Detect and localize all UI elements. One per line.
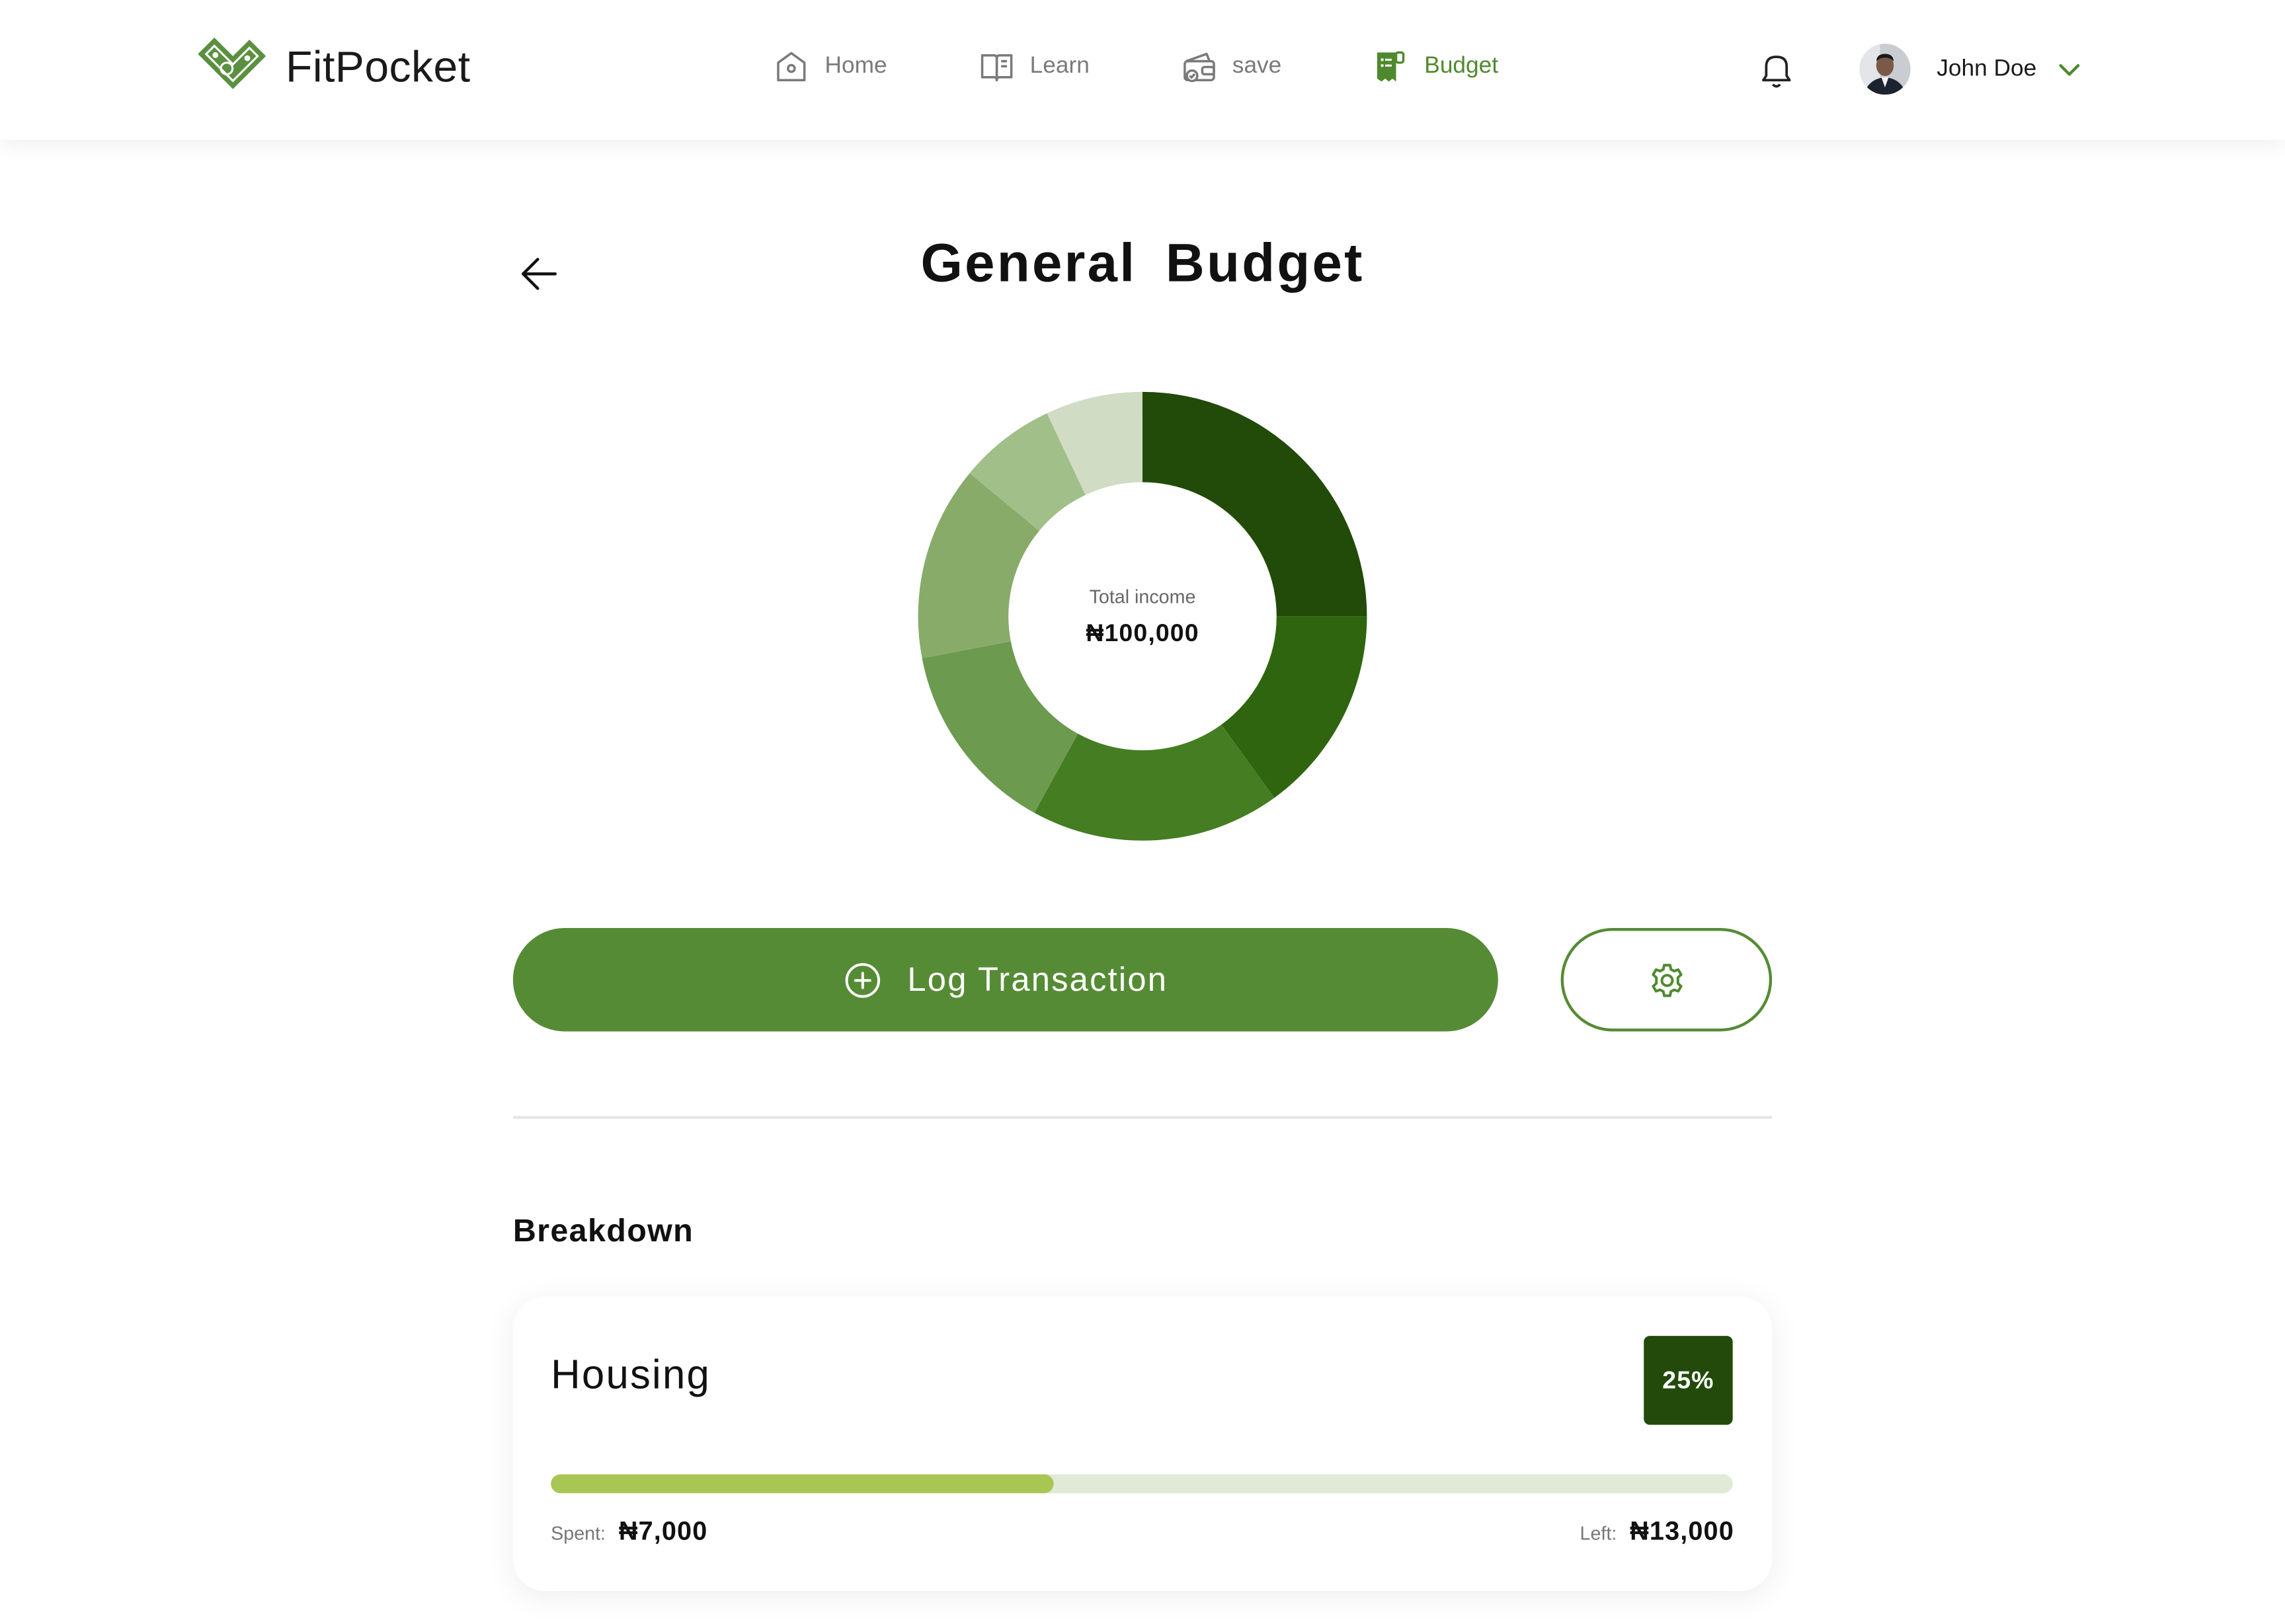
gear-icon (1651, 963, 1682, 997)
book-icon (981, 54, 1012, 81)
nav-item-save[interactable]: save (1180, 48, 1281, 86)
total-income-value: ₦100,000 (1086, 618, 1199, 646)
nav-item-label: Budget (1424, 54, 1499, 79)
page-title: General Budget (920, 233, 1365, 293)
nav-item-label: Home (824, 54, 887, 79)
user-name: John Doe (1937, 56, 2037, 81)
chevron-down-icon (2058, 63, 2079, 75)
notification-bell-icon[interactable] (1755, 48, 1798, 92)
budget-donut-chart: Total income ₦100,000 (916, 391, 1368, 842)
progress-fill (551, 1474, 1053, 1494)
progress-track (551, 1474, 1733, 1494)
nav-item-budget[interactable]: Budget (1372, 48, 1498, 86)
wallet-icon (1183, 52, 1215, 83)
nav-item-learn[interactable]: Learn (977, 48, 1090, 86)
nav-item-home[interactable]: Home (772, 48, 887, 86)
user-menu[interactable]: John Doe (1859, 44, 2083, 95)
nav-item-label: save (1232, 54, 1282, 79)
plus-circle-icon (844, 962, 880, 997)
page: FitPocket Home Learn save Budget John Do… (0, 0, 2285, 1624)
left-label: Left: (1580, 1522, 1617, 1545)
logo-icon (198, 37, 266, 89)
top-navbar: FitPocket Home Learn save Budget John Do… (0, 0, 2285, 140)
brand-logo[interactable]: FitPocket (190, 35, 471, 102)
avatar (1859, 44, 1911, 95)
left-row: Left: ₦13,000 (1580, 1516, 1734, 1547)
percent-badge: 25% (1644, 1336, 1733, 1425)
settings-button[interactable] (1560, 928, 1773, 1032)
category-name: Housing (551, 1352, 711, 1397)
log-transaction-label: Log Transaction (907, 960, 1168, 998)
log-transaction-button[interactable]: Log Transaction (512, 928, 1498, 1032)
spent-label: Spent: (551, 1522, 606, 1545)
avatar-image (1859, 44, 1911, 95)
breakdown-card-housing[interactable]: Housing 25% Spent: ₦7,000 Left: ₦13,000 (512, 1296, 1773, 1591)
total-income-label: Total income (1089, 584, 1196, 607)
donut-center: Total income ₦100,000 (916, 391, 1368, 842)
divider (512, 1116, 1773, 1119)
left-value: ₦13,000 (1630, 1516, 1734, 1546)
breakdown-title: Breakdown (512, 1212, 694, 1249)
receipt-icon (1377, 51, 1406, 82)
main-nav: Home Learn save Budget (772, 48, 1589, 86)
nav-item-label: Learn (1029, 54, 1090, 79)
home-icon (777, 52, 806, 81)
spent-row: Spent: ₦7,000 (551, 1516, 707, 1547)
spent-value: ₦7,000 (618, 1516, 708, 1546)
brand-name: FitPocket (286, 44, 471, 92)
